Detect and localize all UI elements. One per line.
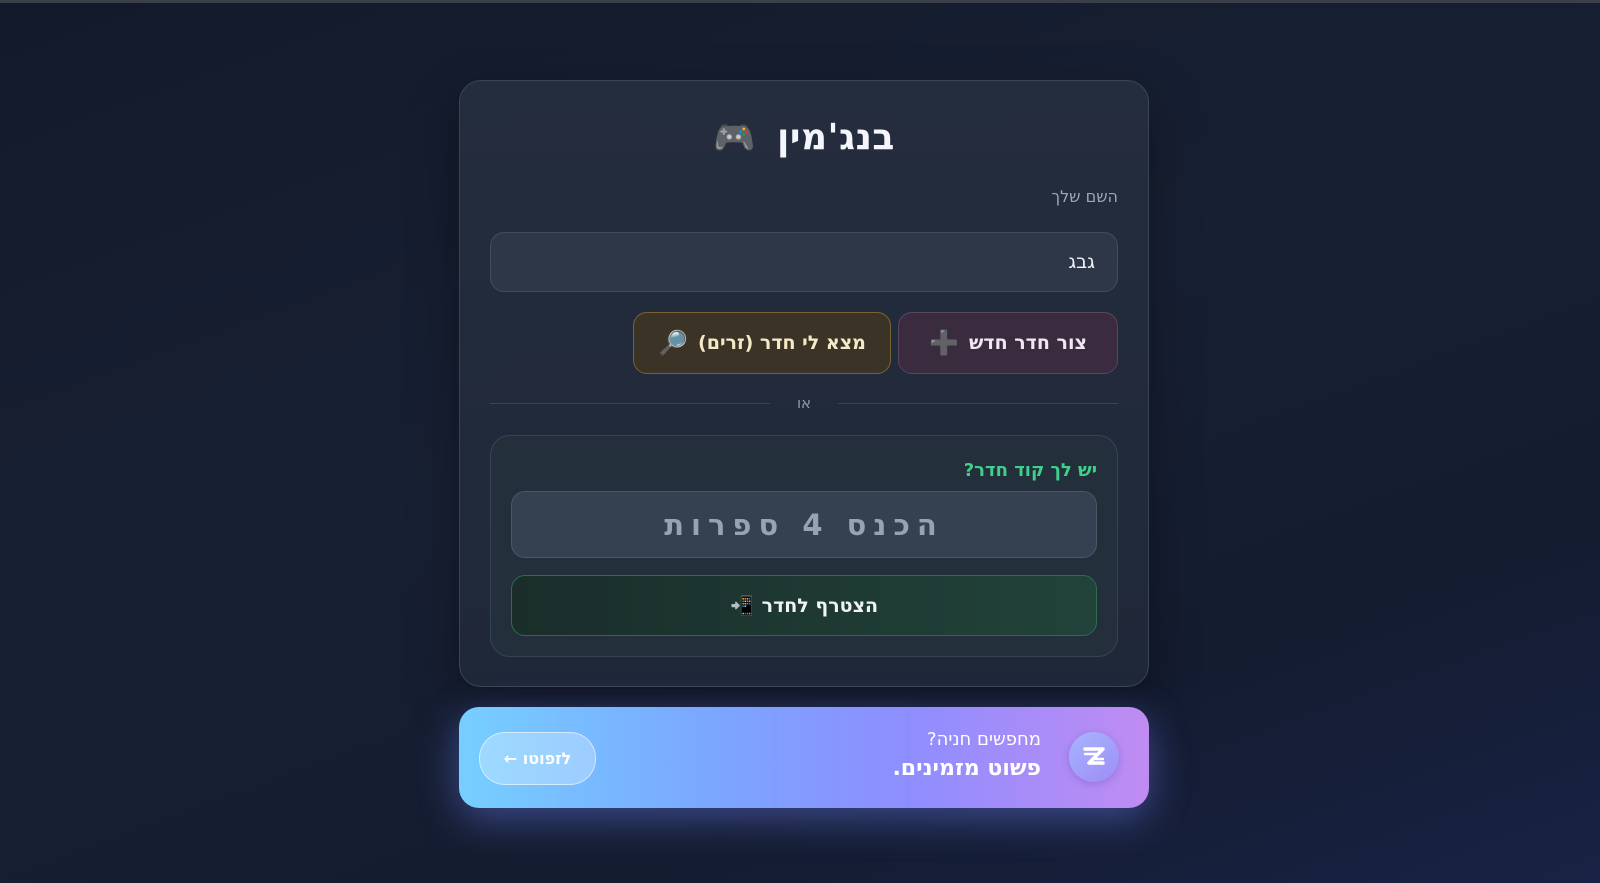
magnifier-icon: 🔎: [658, 329, 689, 357]
promo-link-button[interactable]: לזפוטו ←: [479, 732, 596, 785]
title-text: בנג'מין: [777, 117, 895, 158]
page-title: בנג'מין 🎮: [460, 117, 1148, 158]
or-divider: או: [490, 394, 1118, 412]
promo-question: מחפשים חניה?: [927, 729, 1041, 750]
name-label: השם שלך: [1051, 187, 1118, 206]
create-room-label: צור חדר חדש: [969, 332, 1087, 354]
join-room-button[interactable]: הצטרף לחדר 📲: [511, 575, 1097, 636]
room-code-panel: יש לך קוד חדר? הצטרף לחדר 📲: [490, 435, 1118, 657]
plus-icon: ➕: [929, 329, 959, 357]
find-room-button[interactable]: מצא לי חדר (זרים) 🔎: [633, 312, 891, 374]
join-room-label: הצטרף לחדר: [761, 594, 879, 617]
lobby-card: בנג'מין 🎮 השם שלך צור חדר חדש ➕ מצא לי ח…: [459, 80, 1149, 687]
room-code-input[interactable]: [511, 491, 1097, 558]
room-code-label: יש לך קוד חדר?: [963, 460, 1097, 481]
phone-arrow-icon: 📲: [729, 595, 754, 617]
zapoto-logo-icon: [1069, 732, 1119, 782]
find-room-label: מצא לי חדר (זרים): [698, 332, 866, 354]
divider-line-left: [490, 403, 770, 404]
create-room-button[interactable]: צור חדר חדש ➕: [898, 312, 1118, 374]
gamepad-icon: 🎮: [713, 118, 756, 158]
browser-top-edge: [0, 0, 1600, 3]
name-input[interactable]: [490, 232, 1118, 292]
parking-promo-banner[interactable]: מחפשים חניה? פשוט מזמינים. לזפוטו ←: [459, 707, 1149, 808]
promo-tagline: פשוט מזמינים.: [892, 756, 1041, 781]
